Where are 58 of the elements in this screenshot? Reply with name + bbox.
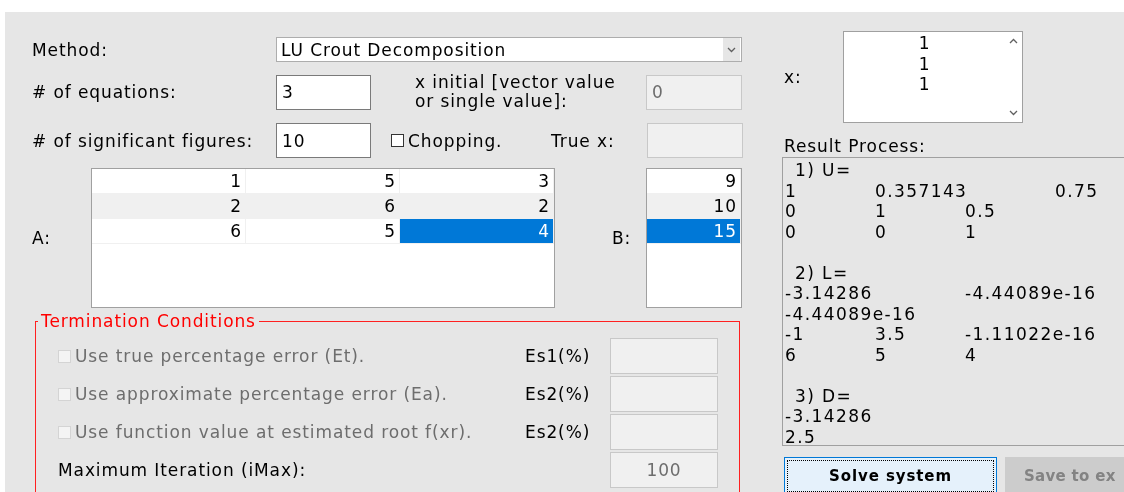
result-value: 1: [785, 180, 798, 201]
field-label: Maximum Iteration (iMax):: [58, 460, 308, 480]
field-label: Es2(%): [525, 422, 592, 442]
field-label: B:: [612, 228, 633, 248]
table-cell[interactable]: 6: [246, 194, 400, 219]
field-label: Es1(%): [525, 346, 592, 366]
field-label: # of equations:: [32, 82, 178, 102]
result-line: 1) U=: [794, 160, 852, 181]
field-label: Es2(%): [525, 384, 592, 404]
input-field[interactable]: 10: [276, 123, 371, 158]
list-item[interactable]: 1: [918, 53, 931, 74]
checkbox-label: Use function value at estimated root f(xr).: [75, 422, 473, 442]
result-value: 0.5: [965, 201, 997, 222]
result-value: 0: [875, 221, 888, 242]
field-label: # of significant figures:: [32, 130, 255, 151]
result-value: 0: [785, 201, 798, 222]
result-value: -3.14286: [785, 283, 873, 304]
field-label: x initial [vector value or single value]:: [414, 73, 617, 111]
input-field[interactable]: 3: [276, 74, 371, 110]
checkbox-label: Chopping.: [408, 130, 503, 151]
table-cell[interactable]: 4: [400, 219, 554, 244]
result-value: 6: [785, 344, 798, 365]
field-label: Result Process:: [784, 137, 927, 155]
method-dropdown[interactable]: LU Crout Decomposition: [276, 37, 742, 62]
result-line: 3) D=: [794, 385, 853, 406]
field-label: A:: [32, 228, 52, 248]
result-value: -4.44089e-16: [965, 283, 1097, 304]
field-label: True x:: [551, 130, 616, 151]
scroll-up-icon[interactable]: [1009, 38, 1018, 44]
chevron-icon[interactable]: [727, 46, 736, 53]
action-button[interactable]: Solve system: [784, 457, 997, 492]
checkbox-label: Use approximate percentage error (Ea).: [75, 384, 448, 404]
scroll-down-icon[interactable]: [1009, 110, 1018, 116]
result-value: 5: [875, 344, 888, 365]
result-value: 0: [785, 221, 798, 242]
result-value: -1: [785, 324, 805, 345]
field-label: Method:: [32, 39, 109, 60]
result-line: 2) L=: [794, 262, 849, 283]
list-item[interactable]: 1: [918, 74, 931, 95]
solution-listbox[interactable]: 1 1 1: [843, 31, 1023, 123]
result-value: 4: [965, 344, 978, 365]
table-cell[interactable]: 6: [92, 219, 246, 244]
checkbox-label: Use true percentage error (Et).: [75, 346, 366, 366]
result-value: 3.5: [875, 324, 907, 345]
result-value: -4.44089e-16: [785, 303, 917, 324]
result-value: -3.14286: [785, 406, 873, 427]
result-textarea[interactable]: 1) U= 1 0.357143 0.75 0 1 0.5 0 0 1 2) L= -3.14286 -4.44089e-16 -4.44089e-16 -1 3.5 -1.11022e-16 6 5 4 3) D= -3.14286 2.5: [782, 157, 1124, 446]
checkbox[interactable]: [391, 134, 404, 147]
result-value: 0.357143: [875, 180, 968, 201]
result-value: 1: [965, 221, 978, 242]
result-value: 0.75: [1055, 180, 1099, 201]
result-value: 2.5: [785, 426, 817, 445]
result-value: 1: [875, 201, 888, 222]
table-cell[interactable]: 2: [92, 194, 246, 219]
result-value: -1.11022e-16: [965, 324, 1097, 345]
list-item[interactable]: 1: [918, 33, 931, 54]
table-cell[interactable]: 15: [647, 219, 741, 244]
field-label: x:: [784, 67, 803, 87]
